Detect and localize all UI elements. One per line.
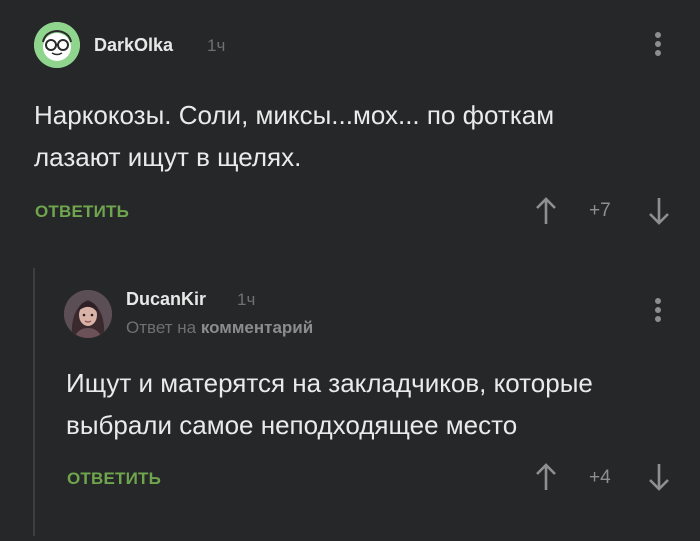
reply-button[interactable]: ОТВЕТИТЬ [35, 202, 129, 222]
comment-text: Наркокозы. Соли, миксы...мох... по фотка… [34, 94, 554, 178]
upvote-arrow-icon[interactable] [535, 196, 557, 226]
more-options-icon[interactable] [654, 298, 662, 328]
more-options-icon[interactable] [654, 32, 662, 62]
thread-indent-line [33, 268, 35, 536]
comment-score: +4 [589, 467, 611, 488]
user-photo-avatar [64, 290, 112, 338]
comment-author[interactable]: DucanKir [126, 289, 206, 310]
comment-author[interactable]: DarkOlka [94, 35, 173, 56]
avatar-ducankir[interactable] [64, 290, 112, 338]
downvote-arrow-icon[interactable] [648, 196, 670, 226]
comment-time: 1ч [207, 36, 226, 55]
glasses-face-icon [34, 22, 80, 68]
avatar-darkolka[interactable] [34, 22, 80, 68]
reply-to-info: Ответ на комментарий [126, 318, 313, 338]
comments-page: DarkOlka 1ч Наркокозы. Соли, миксы...мох… [0, 0, 700, 541]
comment-time: 1ч [237, 290, 256, 309]
upvote-arrow-icon[interactable] [535, 462, 557, 492]
reply-to-prefix: Ответ на [126, 318, 197, 337]
comment-text-line: Наркокозы. Соли, миксы...мох... по фотка… [34, 100, 555, 130]
comment-text-line: Ищут и матерятся на закладчиков, которые [66, 368, 593, 398]
comment-text: Ищут и матерятся на закладчиков, которые… [66, 362, 593, 446]
reply-button[interactable]: ОТВЕТИТЬ [67, 469, 161, 489]
comment-score: +7 [589, 200, 611, 221]
downvote-arrow-icon[interactable] [648, 462, 670, 492]
comment-text-line: лазают ищут в щелях. [34, 142, 302, 172]
comment-text-line: выбрали самое неподходящее место [66, 410, 518, 440]
reply-to-link[interactable]: комментарий [201, 318, 313, 337]
